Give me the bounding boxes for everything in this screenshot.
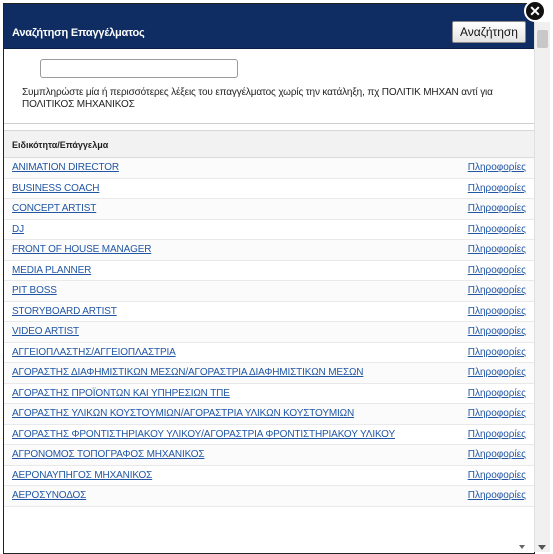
table-row: FRONT OF HOUSE MANAGER Πληροφορίες xyxy=(4,240,534,261)
occupation-list: Ειδικότητα/Επάγγελμα ANIMATION DIRECTOR Π… xyxy=(4,130,534,553)
info-link[interactable]: Πληροφορίες xyxy=(468,408,526,419)
scroll-down-icon[interactable] xyxy=(538,545,546,550)
occupation-link[interactable]: MEDIA PLANNER xyxy=(12,265,91,276)
info-link[interactable]: Πληροφορίες xyxy=(468,388,526,399)
info-link[interactable]: Πληροφορίες xyxy=(468,162,526,173)
occupation-link[interactable]: CONCEPT ARTIST xyxy=(12,203,96,214)
table-row: VIDEO ARTIST Πληροφορίες xyxy=(4,322,534,343)
occupation-link[interactable]: DJ xyxy=(12,224,24,235)
info-link[interactable]: Πληροφορίες xyxy=(468,203,526,214)
info-link[interactable]: Πληροφορίες xyxy=(468,429,526,440)
occupation-link[interactable]: ΑΓΟΡΑΣΤΗΣ ΔΙΑΦΗΜΙΣΤΙΚΩΝ ΜΕΣΩΝ/ΑΓΟΡΑΣΤΡΙΑ… xyxy=(12,367,364,378)
info-link[interactable]: Πληροφορίες xyxy=(468,449,526,460)
query-area: Συμπληρώστε μία ή περισσότερες λέξεις το… xyxy=(4,49,534,124)
dialog-header: Αναζήτηση Επαγγέλματος Αναζήτηση xyxy=(4,4,534,49)
info-link[interactable]: Πληροφορίες xyxy=(468,347,526,358)
search-hint: Συμπληρώστε μία ή περισσότερες λέξεις το… xyxy=(22,87,493,110)
table-row: PIT BOSS Πληροφορίες xyxy=(4,281,534,302)
info-link[interactable]: Πληροφορίες xyxy=(468,470,526,481)
occupation-link[interactable]: ΑΕΡΟΝΑΥΠΗΓΟΣ ΜΗΧΑΝΙΚΟΣ xyxy=(12,470,152,481)
info-link[interactable]: Πληροφορίες xyxy=(468,306,526,317)
occupation-link[interactable]: ΑΓΟΡΑΣΤΗΣ ΦΡΟΝΤΙΣΤΗΡΙΑΚΟΥ ΥΛΙΚΟΥ/ΑΓΟΡΑΣΤ… xyxy=(12,429,395,440)
page-scrollbar[interactable] xyxy=(534,22,550,552)
occupation-link[interactable]: ΑΓΟΡΑΣΤΗΣ ΥΛΙΚΩΝ ΚΟΥΣΤΟΥΜΙΩΝ/ΑΓΟΡΑΣΤΡΙΑ … xyxy=(12,408,354,419)
table-row: ΑΓΟΡΑΣΤΗΣ ΥΛΙΚΩΝ ΚΟΥΣΤΟΥΜΙΩΝ/ΑΓΟΡΑΣΤΡΙΑ … xyxy=(4,404,534,425)
info-link[interactable]: Πληροφορίες xyxy=(468,285,526,296)
table-row: BUSINESS COACH Πληροφορίες xyxy=(4,179,534,199)
occupation-link[interactable]: STORYBOARD ARTIST xyxy=(12,306,117,317)
table-row: ΑΕΡΟΣΥΝΟΔΟΣ Πληροφορίες xyxy=(4,486,534,507)
table-row: ΑΓΟΡΑΣΤΗΣ ΠΡΟΪΟΝΤΩΝ ΚΑΙ ΥΠΗΡΕΣΙΩΝ ΤΠΕ Πλη… xyxy=(4,384,534,404)
info-link[interactable]: Πληροφορίες xyxy=(468,224,526,235)
occupation-link[interactable]: ΑΕΡΟΣΥΝΟΔΟΣ xyxy=(12,490,86,501)
table-row: CONCEPT ARTIST Πληροφορίες xyxy=(4,199,534,220)
scrollbar-thumb[interactable] xyxy=(537,30,548,48)
occupation-link[interactable]: ΑΓΡΟΝΟΜΟΣ ΤΟΠΟΓΡΑΦΟΣ ΜΗΧΑΝΙΚΟΣ xyxy=(12,449,205,460)
close-icon[interactable]: ✕ xyxy=(524,0,546,22)
info-link[interactable]: Πληροφορίες xyxy=(468,326,526,337)
search-input[interactable] xyxy=(40,59,238,78)
occupation-link[interactable]: ANIMATION DIRECTOR xyxy=(12,162,119,173)
table-row: MEDIA PLANNER Πληροφορίες xyxy=(4,261,534,281)
table-row: ΑΓΓΕΙΟΠΛΑΣΤΗΣ/ΑΓΓΕΙΟΠΛΑΣΤΡΙΑ Πληροφορίες xyxy=(4,343,534,363)
occupation-link[interactable]: BUSINESS COACH xyxy=(12,183,100,194)
dialog-title: Αναζήτηση Επαγγέλματος xyxy=(12,27,145,39)
list-column-header: Ειδικότητα/Επάγγελμα xyxy=(4,131,534,158)
info-link[interactable]: Πληροφορίες xyxy=(468,490,526,501)
table-row: ΑΓΡΟΝΟΜΟΣ ΤΟΠΟΓΡΑΦΟΣ ΜΗΧΑΝΙΚΟΣ Πληροφορίε… xyxy=(4,445,534,466)
occupation-link[interactable]: ΑΓΓΕΙΟΠΛΑΣΤΗΣ/ΑΓΓΕΙΟΠΛΑΣΤΡΙΑ xyxy=(12,347,176,358)
info-link[interactable]: Πληροφορίες xyxy=(468,244,526,255)
list-rows: ANIMATION DIRECTOR Πληροφορίες BUSINESS CO… xyxy=(4,158,534,507)
info-link[interactable]: Πληροφορίες xyxy=(468,183,526,194)
scroll-down-arrow-icon[interactable] xyxy=(519,545,525,549)
occupation-link[interactable]: PIT BOSS xyxy=(12,285,57,296)
table-row: DJ Πληροφορίες xyxy=(4,220,534,240)
occupation-search-dialog: Αναζήτηση Επαγγέλματος Αναζήτηση Συμπληρ… xyxy=(3,3,535,554)
table-row: ΑΕΡΟΝΑΥΠΗΓΟΣ ΜΗΧΑΝΙΚΟΣ Πληροφορίες xyxy=(4,466,534,486)
table-row: ΑΓΟΡΑΣΤΗΣ ΦΡΟΝΤΙΣΤΗΡΙΑΚΟΥ ΥΛΙΚΟΥ/ΑΓΟΡΑΣΤ… xyxy=(4,425,534,445)
table-row: ΑΓΟΡΑΣΤΗΣ ΔΙΑΦΗΜΙΣΤΙΚΩΝ ΜΕΣΩΝ/ΑΓΟΡΑΣΤΡΙΑ… xyxy=(4,363,534,384)
table-row: ANIMATION DIRECTOR Πληροφορίες xyxy=(4,158,534,179)
search-button[interactable]: Αναζήτηση xyxy=(452,21,526,43)
occupation-link[interactable]: FRONT OF HOUSE MANAGER xyxy=(12,244,151,255)
occupation-link[interactable]: VIDEO ARTIST xyxy=(12,326,79,337)
table-row: STORYBOARD ARTIST Πληροφορίες xyxy=(4,302,534,322)
info-link[interactable]: Πληροφορίες xyxy=(468,367,526,378)
occupation-link[interactable]: ΑΓΟΡΑΣΤΗΣ ΠΡΟΪΟΝΤΩΝ ΚΑΙ ΥΠΗΡΕΣΙΩΝ ΤΠΕ xyxy=(12,388,230,399)
info-link[interactable]: Πληροφορίες xyxy=(468,265,526,276)
